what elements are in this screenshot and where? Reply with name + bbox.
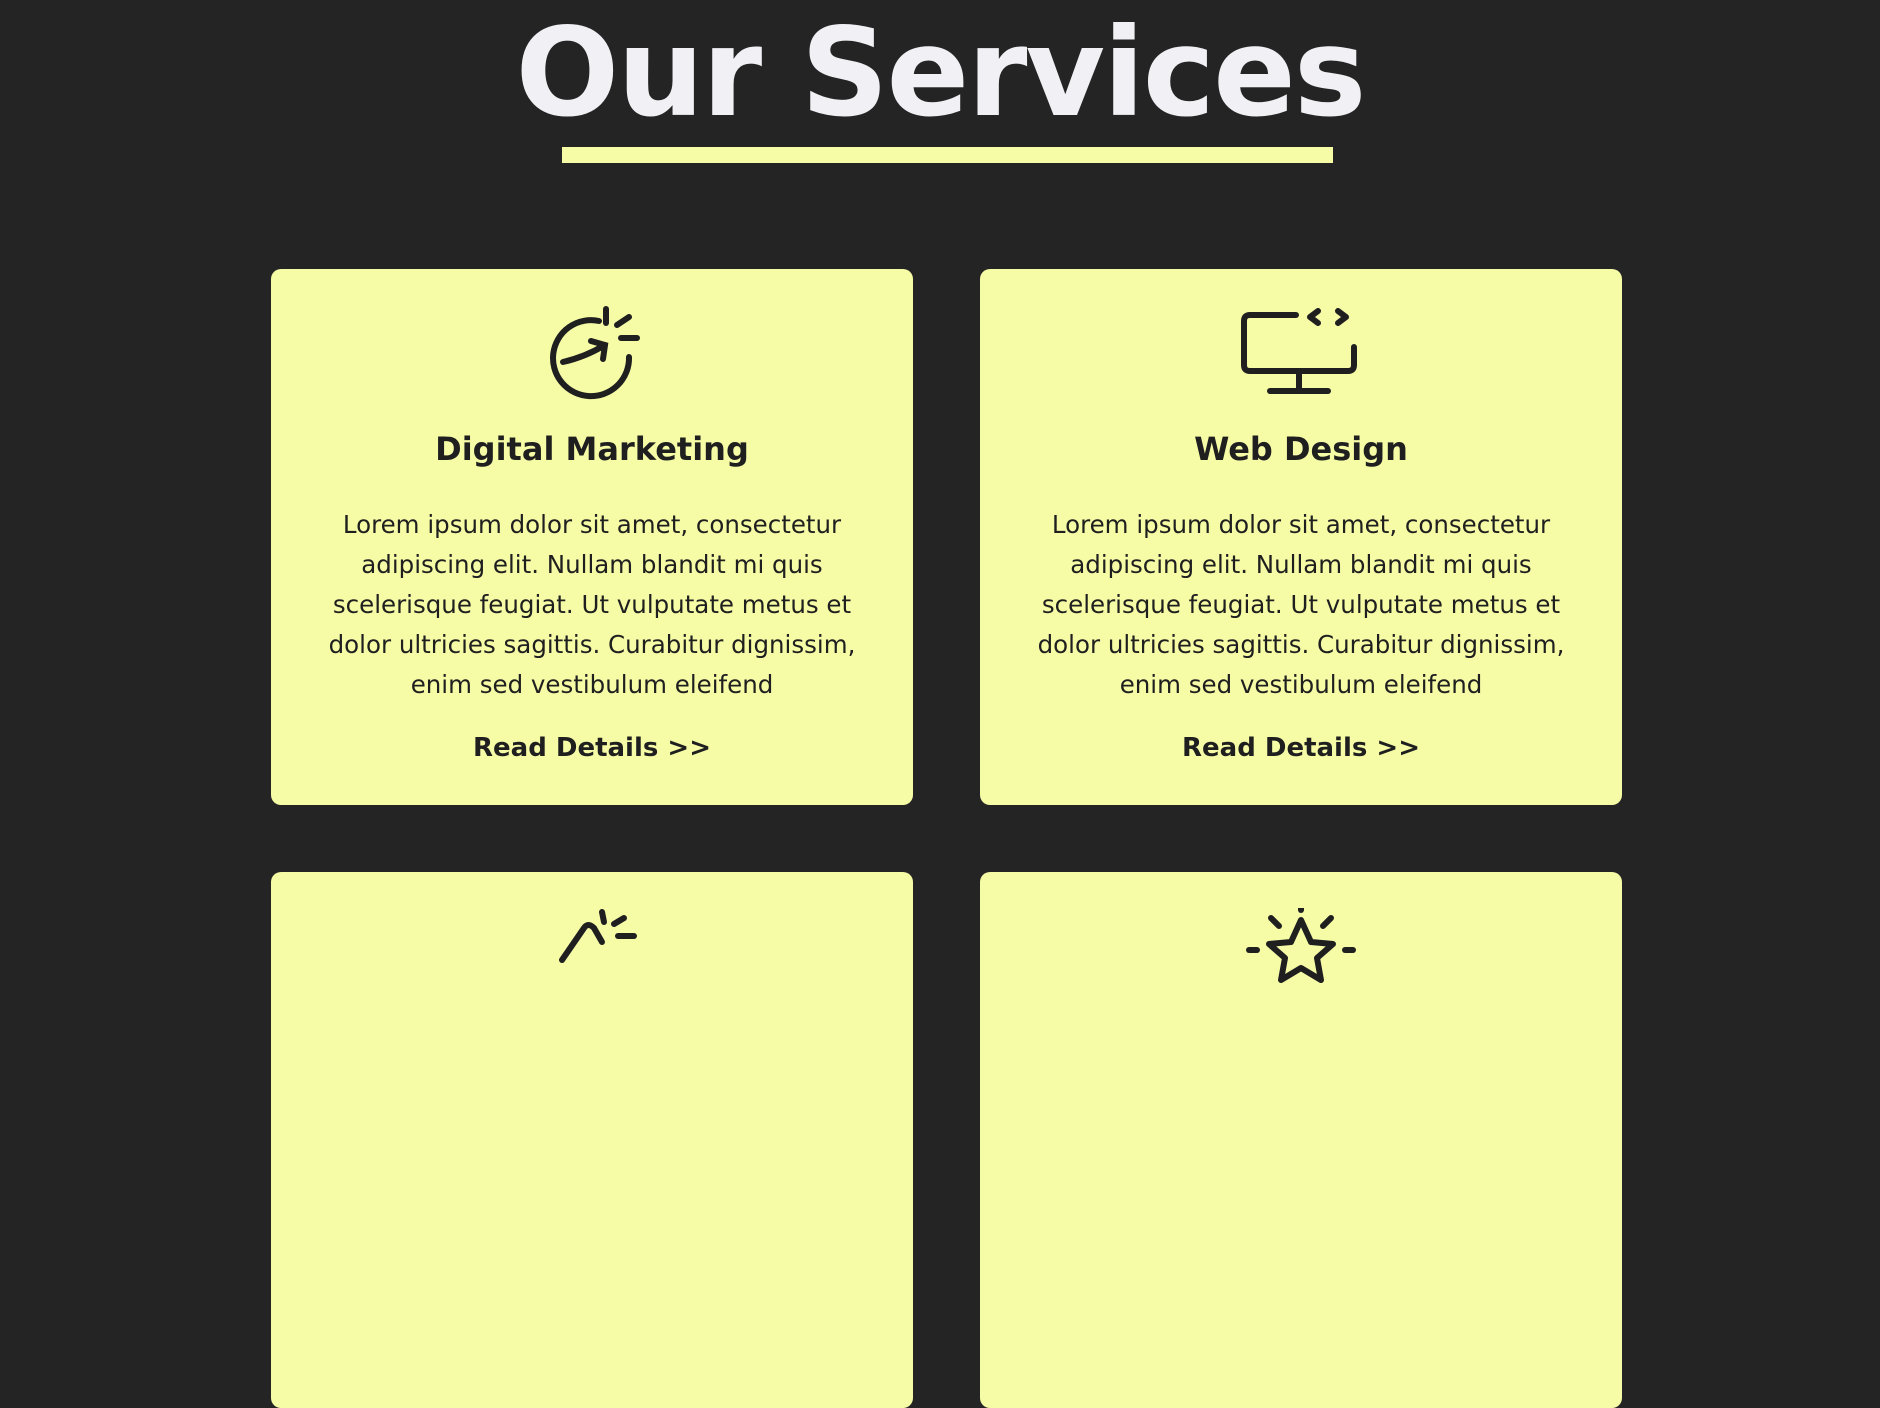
service-card-4 (980, 872, 1622, 1408)
card-title: Digital Marketing (435, 430, 749, 468)
page-header: Our Services (0, 0, 1880, 146)
megaphone-icon (271, 908, 913, 1008)
card-description: Lorem ipsum dolor sit amet, consectetur … (328, 510, 856, 699)
page-title: Our Services (515, 2, 1366, 144)
growth-chart-icon (271, 305, 913, 405)
star-icon (980, 908, 1622, 1008)
monitor-code-icon (980, 305, 1622, 405)
card-description: Lorem ipsum dolor sit amet, consectetur … (1037, 510, 1565, 699)
service-card-web-design: Web Design Lorem ipsum dolor sit amet, c… (980, 269, 1622, 805)
title-underline (562, 147, 1333, 163)
service-card-digital-marketing: Digital Marketing Lorem ipsum dolor sit … (271, 269, 913, 805)
card-title: Web Design (1194, 430, 1408, 468)
service-card-3 (271, 872, 913, 1408)
read-details-link[interactable]: Read Details >> (271, 731, 913, 765)
read-details-link[interactable]: Read Details >> (980, 731, 1622, 765)
